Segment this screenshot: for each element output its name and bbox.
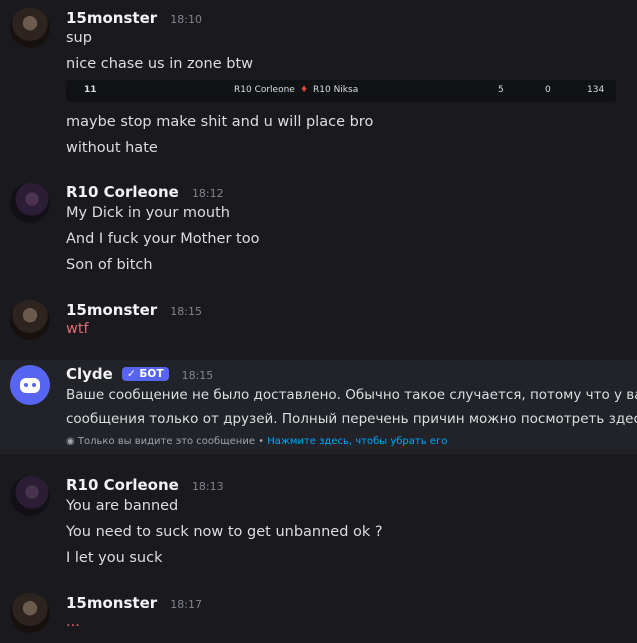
avatar[interactable] bbox=[10, 8, 50, 48]
embed-rank: 11 bbox=[84, 85, 97, 95]
timestamp: 18:15 bbox=[170, 305, 202, 318]
message-text: ... bbox=[66, 614, 80, 630]
message-text: You are banned bbox=[66, 498, 179, 514]
message-text: My Dick in your mouth bbox=[66, 205, 230, 221]
embed-stat: 0 bbox=[545, 85, 551, 95]
message-text: And I fuck your Mother too bbox=[66, 231, 260, 247]
dismiss-message-link[interactable]: Нажмите здесь, чтобы убрать его bbox=[267, 436, 447, 447]
username[interactable]: 15monster bbox=[66, 9, 157, 27]
avatar[interactable] bbox=[10, 365, 50, 405]
timestamp: 18:10 bbox=[170, 13, 202, 26]
username[interactable]: 15monster bbox=[66, 594, 157, 612]
bot-badge: ✓ БОТ bbox=[121, 367, 169, 381]
embed-separator-icon: ♦ bbox=[300, 85, 309, 95]
avatar[interactable] bbox=[10, 593, 50, 633]
message-text: without hate bbox=[66, 140, 158, 156]
embed-stat: 5 bbox=[498, 85, 504, 95]
message-text: You need to suck now to get unbanned ok … bbox=[66, 524, 383, 540]
embed-player: R10 Niksa bbox=[313, 85, 359, 95]
username[interactable]: R10 Corleone bbox=[66, 476, 179, 494]
message-text: maybe stop make shit and u will place br… bbox=[66, 114, 374, 130]
avatar[interactable] bbox=[10, 300, 50, 340]
message-text: nice chase us in zone btw bbox=[66, 56, 253, 72]
embed-player: R10 Corleone bbox=[234, 85, 295, 95]
timestamp: 18:12 bbox=[191, 187, 224, 200]
username[interactable]: 15monster bbox=[66, 301, 157, 319]
message-text: I let you suck bbox=[66, 550, 163, 566]
message-text: Son of bitch bbox=[66, 257, 153, 273]
timestamp: 18:17 bbox=[170, 598, 202, 611]
game-result-embed: 11 R10 Corleone ♦ R10 Niksa 5 0 134 bbox=[66, 80, 616, 102]
timestamp: 18:15 bbox=[181, 369, 214, 382]
username[interactable]: Clyde bbox=[66, 365, 113, 383]
embed-stat: 134 bbox=[587, 85, 605, 95]
timestamp: 18:13 bbox=[191, 480, 224, 493]
ephemeral-notice: ◉ Только вы видите это сообщение • Нажми… bbox=[66, 436, 447, 447]
message-text: sup bbox=[66, 30, 92, 46]
ephemeral-text: Только вы видите это сообщение • bbox=[77, 436, 265, 447]
username[interactable]: R10 Corleone bbox=[66, 183, 179, 201]
message-text: Ваше сообщение не было доставлено. Обычн… bbox=[66, 387, 637, 403]
clyde-bot-icon bbox=[20, 378, 40, 393]
message-text: сообщения только от друзей. Полный переч… bbox=[66, 411, 637, 427]
eye-icon: ◉ bbox=[66, 436, 75, 447]
avatar[interactable] bbox=[10, 183, 50, 223]
message-text: wtf bbox=[66, 321, 89, 337]
avatar[interactable] bbox=[10, 476, 50, 516]
